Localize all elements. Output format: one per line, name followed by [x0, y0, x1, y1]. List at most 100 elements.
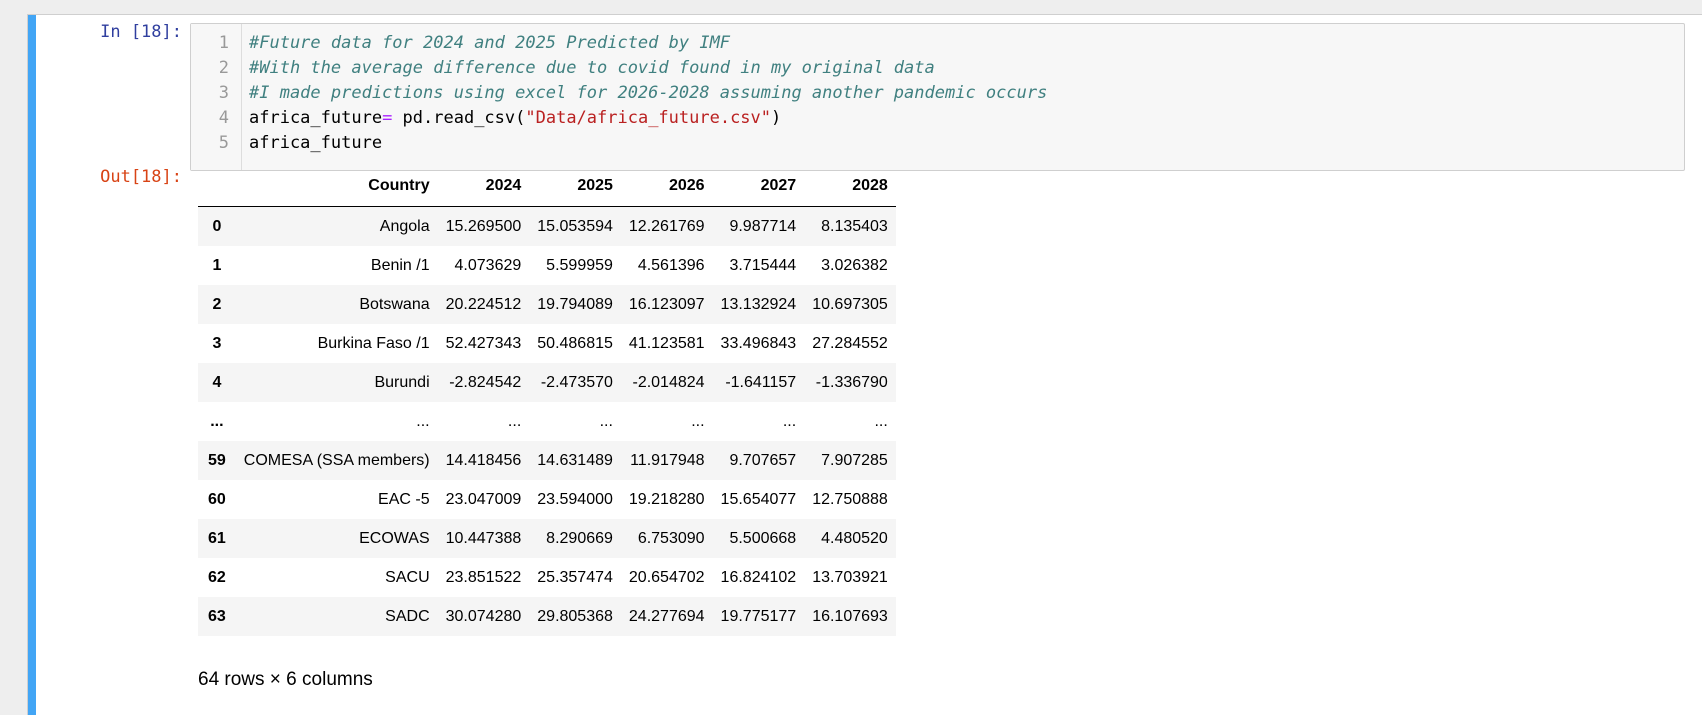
code-text: #With the average difference due to covi… — [249, 56, 935, 81]
code-comment: #I made predictions using excel for 2026… — [249, 83, 1048, 103]
table-cell: Burkina Faso /1 — [317, 334, 430, 352]
row-index: 62 — [208, 568, 226, 586]
cell-selection-bar — [28, 15, 36, 715]
table-cell: 4.073629 — [454, 256, 522, 274]
header-row: Country 2024 2025 2026 2027 2028 — [198, 166, 896, 207]
table-cell: SACU — [385, 568, 430, 586]
row-index: 3 — [212, 334, 222, 352]
column-header: 2028 — [804, 166, 896, 207]
table-cell: 8.135403 — [821, 217, 888, 235]
table-cell: 16.107693 — [812, 607, 888, 625]
table-cell: 7.907285 — [821, 451, 888, 469]
table-cell: 15.269500 — [445, 217, 522, 235]
table-cell: 6.753090 — [637, 529, 705, 547]
row-index: 61 — [208, 529, 226, 547]
line-number: 2 — [218, 58, 229, 78]
column-header: Country — [235, 166, 438, 207]
code-op: = — [382, 108, 393, 128]
code-line: 2 #With the average difference due to cov… — [191, 56, 1684, 81]
code-comment: #With the average difference due to covi… — [249, 58, 935, 78]
table-row: 62 SACU 23.851522 25.357474 20.654702 16.8241… — [198, 558, 896, 597]
row-index: 4 — [212, 373, 222, 391]
table-cell: 24.277694 — [628, 607, 705, 625]
table-cell: ... — [599, 412, 613, 430]
table-cell: 4.480520 — [821, 529, 888, 547]
table-cell: 3.715444 — [729, 256, 797, 274]
code-line: 5 africa_future — [191, 131, 1684, 156]
column-header: 2027 — [712, 166, 805, 207]
code-str: "Data/africa_future.csv" — [525, 108, 772, 128]
code-text: africa_future — [249, 131, 382, 156]
table-cell: EAC -5 — [378, 490, 430, 508]
table-cell: 10.447388 — [445, 529, 522, 547]
row-index: 2 — [212, 295, 222, 313]
table-cell: 50.486815 — [537, 334, 613, 352]
output-area: Country 2024 2025 2026 2027 2028 0 Angola 15.26… — [198, 166, 896, 636]
table-row: 3 Burkina Faso /1 52.427343 50.486815 41.123… — [198, 324, 896, 363]
code-text: #Future data for 2024 and 2025 Predicted… — [249, 31, 730, 56]
table-cell: 41.123581 — [628, 334, 705, 352]
table-cell: 19.218280 — [628, 490, 705, 508]
table-cell: 15.654077 — [720, 490, 797, 508]
table-cell: 20.224512 — [445, 295, 522, 313]
code-comment: #Future data for 2024 and 2025 Predicted… — [249, 33, 731, 53]
column-header — [198, 166, 236, 207]
table-cell: 13.703921 — [812, 568, 888, 586]
table-row: ..................... — [198, 402, 896, 441]
table-cell: -1.641157 — [725, 373, 797, 391]
input-prompt: In [18]: — [100, 22, 182, 42]
code-text: africa_future= pd.read_csv("Data/africa_… — [249, 106, 781, 131]
code-token: pd.read_csv( — [392, 108, 526, 128]
table-cell: 27.284552 — [812, 334, 888, 352]
table-cell: Botswana — [359, 295, 430, 313]
table-cell: 30.074280 — [445, 607, 522, 625]
code-token: ) — [771, 108, 782, 128]
table-cell: 14.631489 — [537, 451, 613, 469]
code-line: 3 #I made predictions using excel for 202… — [191, 81, 1684, 106]
table-cell: ... — [691, 412, 705, 430]
table-row: 63 SADC 30.074280 29.805368 24.277694 19.7751… — [198, 597, 896, 636]
table-cell: 23.047009 — [445, 490, 522, 508]
table-cell: SADC — [385, 607, 430, 625]
table-cell: 23.594000 — [537, 490, 613, 508]
table-cell: 33.496843 — [720, 334, 797, 352]
table-cell: 5.599959 — [546, 256, 613, 274]
table-cell: 10.697305 — [812, 295, 888, 313]
table-cell: 13.132924 — [720, 295, 797, 313]
table-cell: 16.123097 — [628, 295, 705, 313]
table-cell: 52.427343 — [445, 334, 522, 352]
output-prompt: Out[18]: — [100, 167, 182, 187]
table-cell: ... — [782, 412, 797, 430]
column-header: 2026 — [620, 166, 713, 207]
table-row: 4 Burundi -2.824542 -2.473570 -2.014824 -1.64… — [198, 363, 896, 402]
table-cell: ... — [874, 412, 888, 430]
line-number: 3 — [218, 83, 229, 103]
code-token: africa_future — [249, 108, 383, 128]
row-index: 1 — [212, 256, 222, 274]
code-token: africa_future — [249, 133, 383, 153]
table-cell: 19.775177 — [720, 607, 797, 625]
dataframe-table: Country 2024 2025 2026 2027 2028 0 Angola 15.26… — [198, 166, 896, 636]
table-cell: 20.654702 — [628, 568, 705, 586]
table-cell: 12.261769 — [628, 217, 705, 235]
table-cell: 23.851522 — [445, 568, 522, 586]
table-cell: 3.026382 — [821, 256, 888, 274]
line-number: 5 — [218, 133, 229, 153]
code-editor[interactable]: 1 #Future data for 2024 and 2025 Predicte… — [190, 23, 1685, 171]
table-cell: ECOWAS — [359, 529, 430, 547]
table-cell: COMESA (SSA members) — [243, 451, 430, 469]
row-index: 63 — [208, 607, 226, 625]
row-index: ... — [210, 412, 224, 430]
code-line: 4 africa_future= pd.read_csv("Data/africa… — [191, 106, 1684, 131]
table-row: 61 ECOWAS 10.447388 8.290669 6.753090 5.50066… — [198, 519, 896, 558]
table-cell: 8.290669 — [546, 529, 613, 547]
table-cell: ... — [416, 412, 430, 430]
code-text: #I made predictions using excel for 2026… — [249, 81, 1047, 106]
table-cell: ... — [507, 412, 522, 430]
table-cell: 15.053594 — [537, 217, 613, 235]
table-cell: 16.824102 — [720, 568, 797, 586]
dataframe-shape-note: 64 rows × 6 columns — [198, 669, 373, 690]
table-row: 2 Botswana 20.224512 19.794089 16.123097 13.1… — [198, 285, 896, 324]
column-header: 2025 — [529, 166, 621, 207]
table-cell: 4.561396 — [637, 256, 705, 274]
